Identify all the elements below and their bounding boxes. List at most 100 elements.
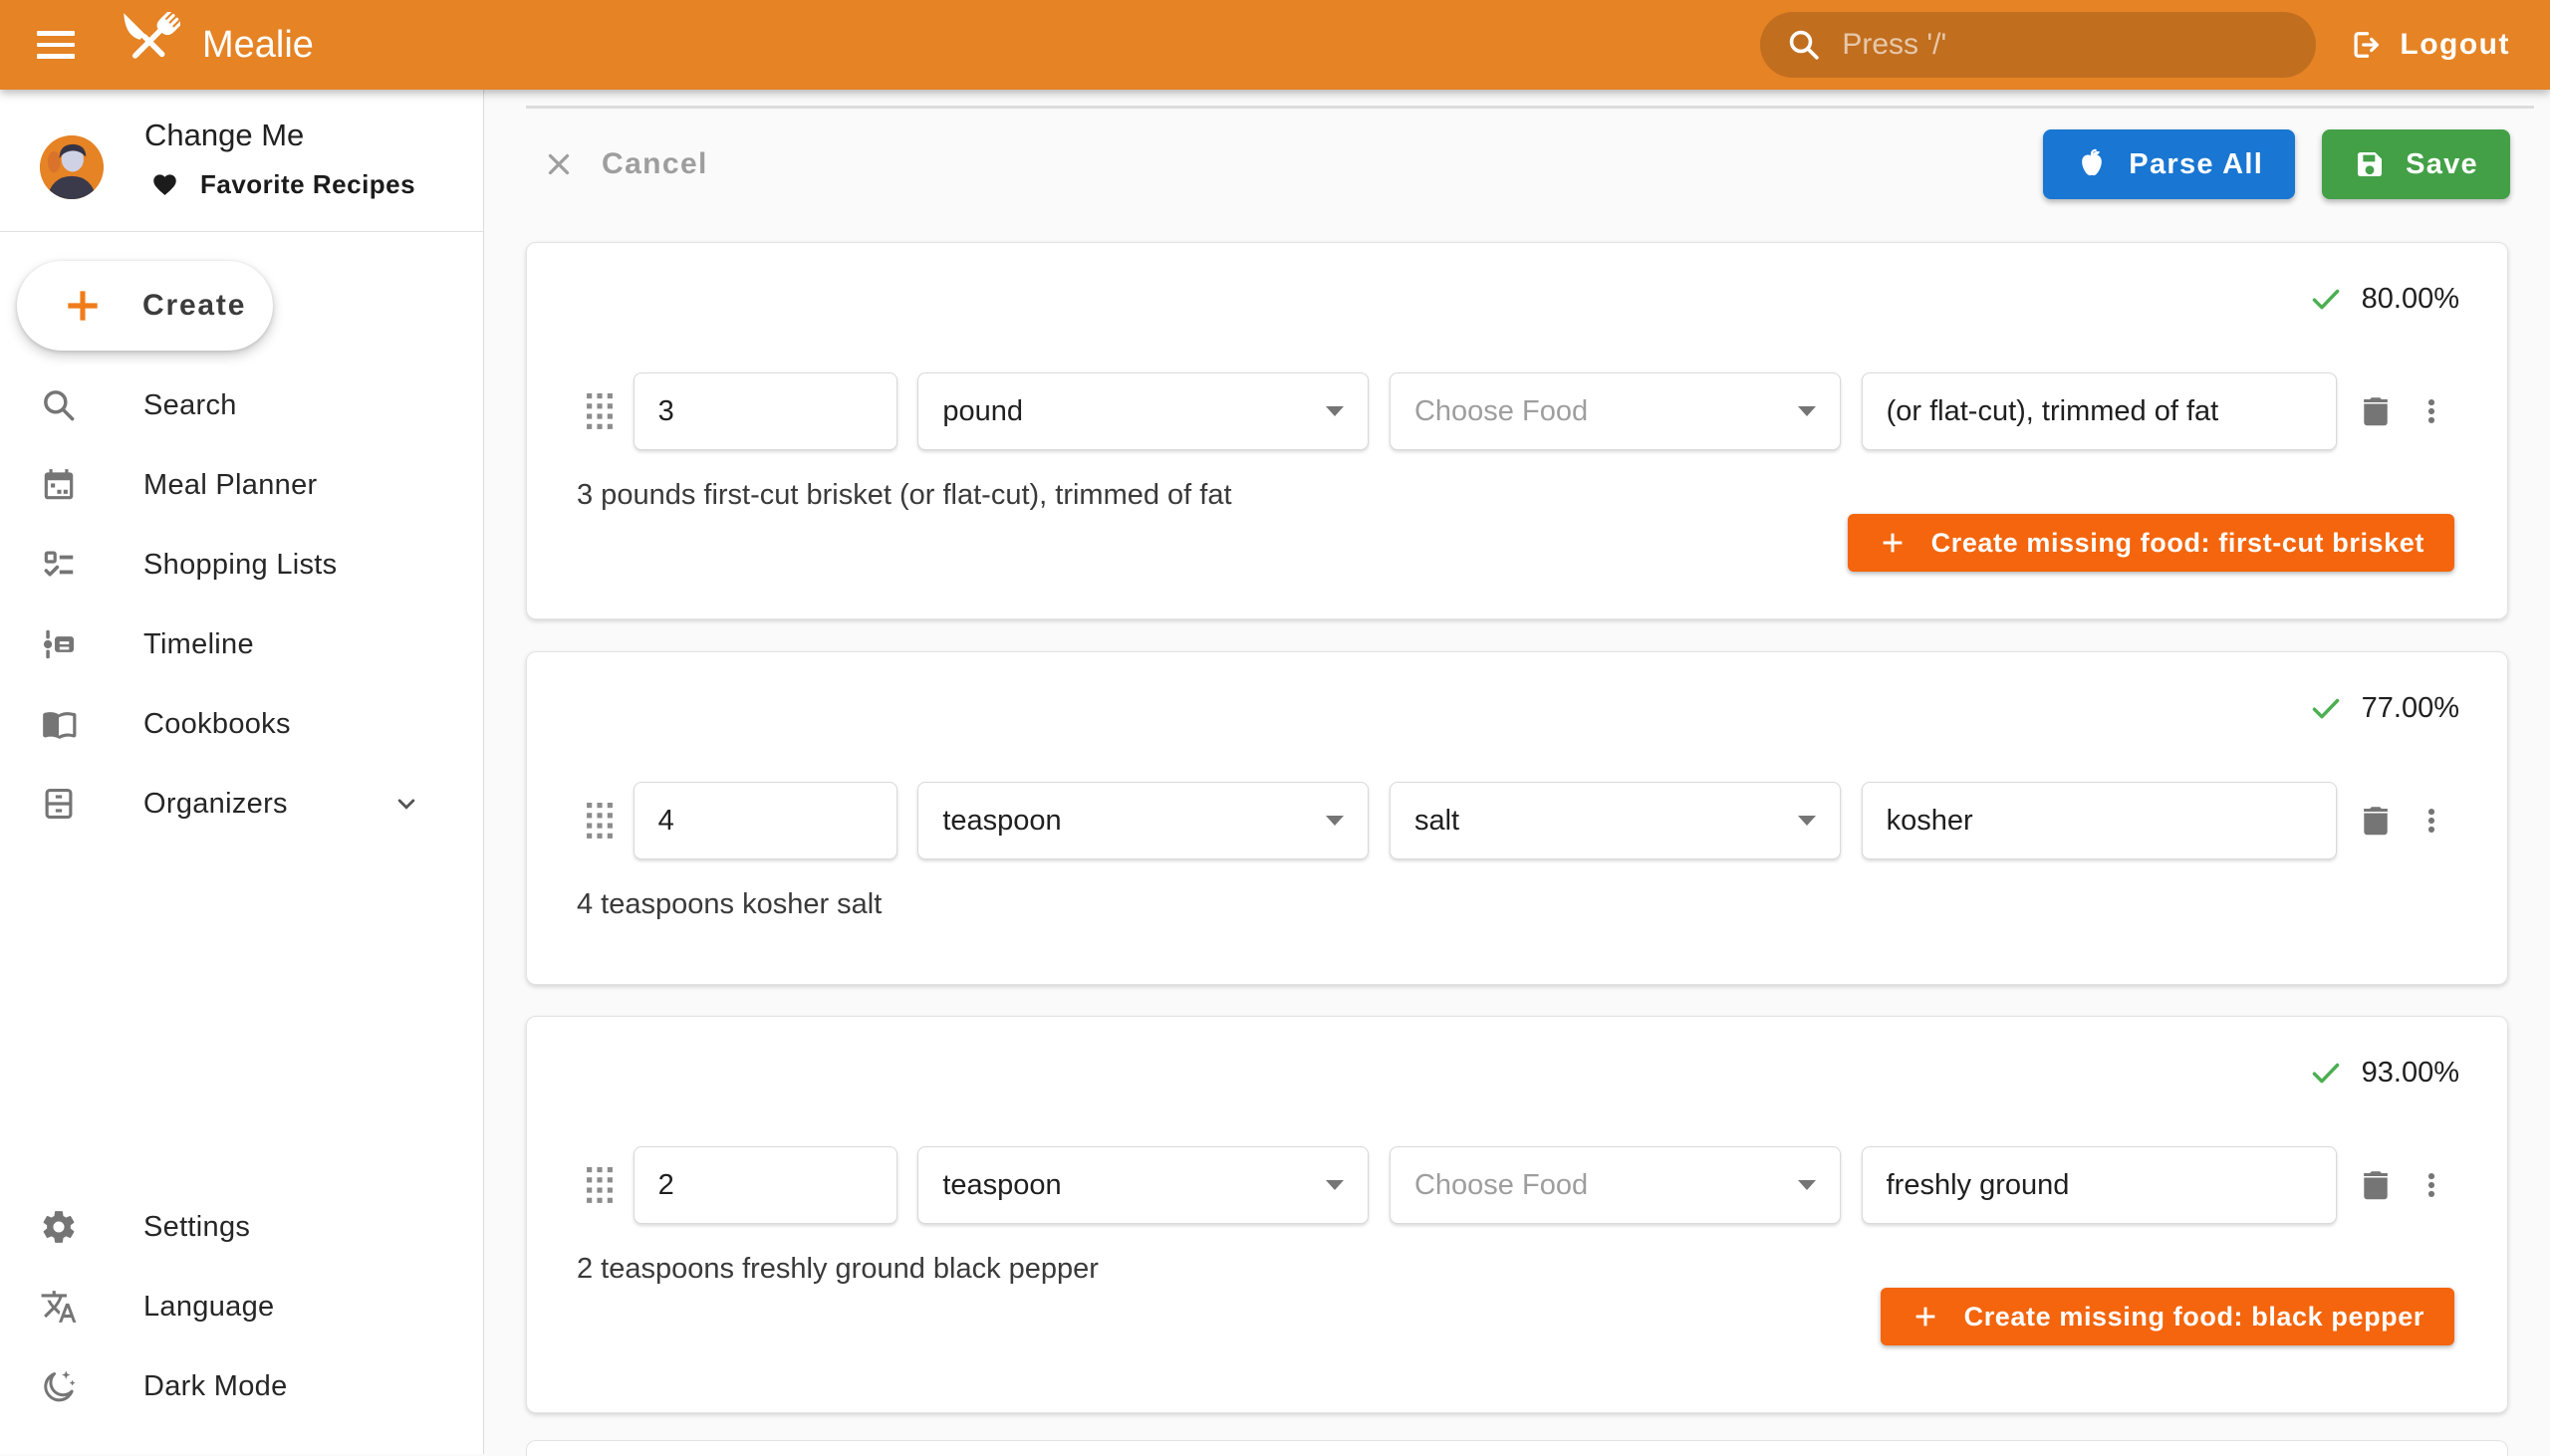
dots-vertical-icon [2416,1169,2447,1201]
food-select-value: Choose Food [1414,1169,1588,1202]
divider [0,231,483,232]
menu-down-icon [1326,1180,1344,1190]
content-top-divider [526,106,2534,109]
sidebar-item-meal-planner[interactable]: Meal Planner [0,445,483,525]
food-select[interactable]: Choose Food [1390,1146,1841,1224]
confidence-value: 80.00% [2362,283,2459,316]
logout-icon [2348,27,2384,63]
food-select[interactable]: Choose Food [1390,372,1841,450]
original-ingredient-text: 2 teaspoons freshly ground black pepper [577,1253,1099,1286]
ingredient-card: 93.00% teaspoon Choose Food [526,1016,2508,1413]
trash-icon [2357,392,2395,430]
confidence-value: 93.00% [2362,1057,2459,1090]
parse-all-button[interactable]: Parse All [2043,129,2295,199]
dots-vertical-icon [2416,395,2447,427]
ingredient-list: 80.00% pound Choose Food [526,242,2508,1413]
save-icon [2354,148,2386,180]
check-icon [2308,690,2344,726]
drag-handle-icon[interactable] [587,393,613,429]
ingredient-fields-row: teaspoon Choose Food [587,1146,2447,1224]
trash-icon [2357,802,2395,840]
more-menu-button[interactable] [2416,1169,2447,1201]
note-input[interactable] [1862,372,2337,450]
unit-select-value: teaspoon [942,1169,1061,1202]
app-title: Mealie [202,24,314,67]
food-select-value: Choose Food [1414,395,1588,428]
menu-icon[interactable] [37,31,75,59]
check-icon [2308,1055,2344,1091]
unit-select[interactable]: teaspoon [917,1146,1369,1224]
food-select[interactable]: salt [1390,782,1841,859]
check-icon [2308,281,2344,317]
confidence-value: 77.00% [2362,692,2459,725]
gear-icon [40,1208,78,1246]
quantity-input[interactable] [634,1146,897,1224]
create-button[interactable]: Create [17,261,273,351]
sidebar-item-search[interactable]: Search [0,365,483,445]
search-input[interactable] [1842,28,2290,62]
search-icon [40,386,78,424]
sidebar-item-language[interactable]: Language [0,1267,483,1346]
quantity-input[interactable] [634,372,897,450]
sidebar-nav: Search Meal Planner Shopping Lists [0,365,483,844]
sidebar: Change Me Favorite Recipes Create Search [0,90,484,1454]
avatar[interactable] [40,135,104,199]
menu-down-icon [1326,816,1344,826]
more-menu-button[interactable] [2416,395,2447,427]
ingredient-card: 77.00% teaspoon salt [526,651,2508,985]
save-button[interactable]: Save [2322,129,2510,199]
delete-button[interactable] [2357,802,2395,840]
note-input[interactable] [1862,1146,2337,1224]
timeline-icon [40,625,78,663]
unit-select-value: teaspoon [942,805,1061,838]
global-search[interactable] [1760,12,2316,78]
app-bar: Mealie Logout [0,0,2550,90]
create-missing-food-button[interactable]: Create missing food: first-cut brisket [1848,514,2454,572]
delete-button[interactable] [2357,392,2395,430]
more-menu-button[interactable] [2416,805,2447,837]
menu-down-icon [1326,406,1344,416]
heart-icon [151,171,178,198]
note-input[interactable] [1862,782,2337,859]
checklist-icon [40,546,78,584]
plus-icon [1878,528,1908,558]
sidebar-item-organizers[interactable]: Organizers [0,764,483,844]
create-missing-food-label: Create missing food: first-cut brisket [1931,528,2424,559]
logout-button[interactable]: Logout [2348,27,2510,63]
confidence-indicator: 77.00% [2308,690,2459,726]
original-ingredient-text: 4 teaspoons kosher salt [577,888,882,921]
unit-select[interactable]: pound [917,372,1369,450]
sidebar-item-dark-mode[interactable]: Dark Mode [0,1346,483,1426]
confidence-indicator: 93.00% [2308,1055,2459,1091]
delete-button[interactable] [2357,1166,2395,1204]
ingredient-fields-row: pound Choose Food [587,372,2447,450]
favorite-recipes-link[interactable]: Favorite Recipes [151,169,415,200]
confidence-indicator: 80.00% [2308,281,2459,317]
sidebar-bottom-nav: Settings Language Dark Mode [0,1187,483,1426]
apple-icon [2075,147,2109,181]
dots-vertical-icon [2416,805,2447,837]
unit-select[interactable]: teaspoon [917,782,1369,859]
trash-icon [2357,1166,2395,1204]
translate-icon [40,1288,78,1326]
sidebar-item-timeline[interactable]: Timeline [0,605,483,684]
moon-icon [40,1367,78,1405]
plus-icon [1911,1302,1940,1332]
drag-handle-icon[interactable] [587,803,613,839]
sidebar-item-cookbooks[interactable]: Cookbooks [0,684,483,764]
ingredient-fields-row: teaspoon salt [587,782,2447,859]
cancel-button[interactable]: Cancel [526,147,724,181]
search-icon [1786,27,1822,63]
create-missing-food-button[interactable]: Create missing food: black pepper [1881,1288,2454,1345]
sidebar-item-shopping-lists[interactable]: Shopping Lists [0,525,483,605]
calendar-icon [40,466,78,504]
cabinet-icon [40,785,78,823]
parser-toolbar: Cancel Parse All Save [526,129,2510,199]
user-name: Change Me [144,118,304,153]
plus-icon [61,284,105,328]
unit-select-value: pound [942,395,1023,428]
close-icon [542,147,576,181]
sidebar-item-settings[interactable]: Settings [0,1187,483,1267]
quantity-input[interactable] [634,782,897,859]
drag-handle-icon[interactable] [587,1167,613,1203]
